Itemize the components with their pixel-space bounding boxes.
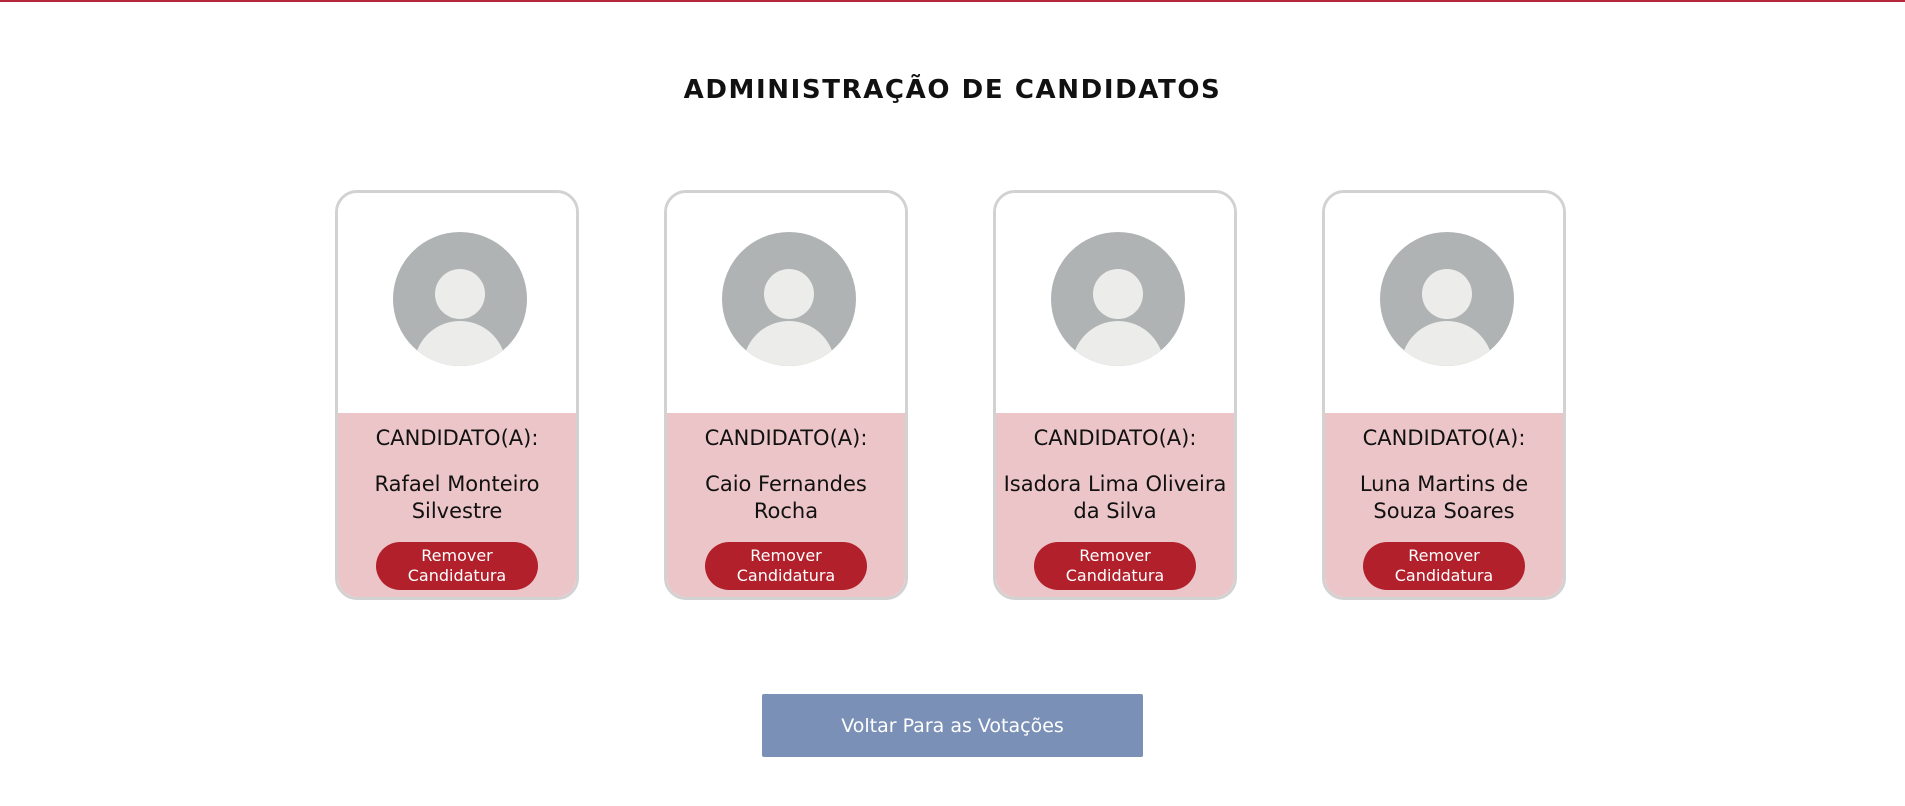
remove-button-label-line1: Remover: [1079, 546, 1151, 565]
candidate-name: Isadora Lima Oliveira da Silva: [1003, 472, 1227, 523]
remove-button-label-line2: Candidatura: [1394, 566, 1494, 585]
candidate-role-label: CANDIDATO(A):: [1362, 426, 1526, 450]
candidate-photo-area: [338, 193, 576, 413]
back-to-votes-button[interactable]: Voltar Para as Votações: [762, 694, 1143, 757]
candidate-info: CANDIDATO(A): Rafael Monteiro Silvestre …: [338, 413, 576, 597]
candidate-info: CANDIDATO(A): Isadora Lima Oliveira da S…: [996, 413, 1234, 597]
candidate-card: CANDIDATO(A): Isadora Lima Oliveira da S…: [993, 190, 1237, 600]
user-avatar-icon: [393, 232, 527, 366]
candidate-name: Luna Martins de Souza Soares: [1359, 472, 1529, 523]
candidate-photo-area: [1325, 193, 1563, 413]
candidate-name: Caio Fernandes Rocha: [705, 472, 867, 523]
page-title: ADMINISTRAÇÃO DE CANDIDATOS: [683, 75, 1222, 106]
user-avatar-icon: [1051, 232, 1185, 366]
candidate-role-label: CANDIDATO(A):: [1033, 426, 1197, 450]
remove-candidacy-button[interactable]: Remover Candidatura: [1034, 542, 1196, 590]
remove-button-label-line2: Candidatura: [736, 566, 836, 585]
user-avatar-icon: [722, 232, 856, 366]
remove-button-label-line1: Remover: [421, 546, 493, 565]
remove-button-label-line1: Remover: [750, 546, 822, 565]
candidate-info: CANDIDATO(A): Caio Fernandes Rocha Remov…: [667, 413, 905, 597]
user-avatar-icon: [1380, 232, 1514, 366]
remove-candidacy-button[interactable]: Remover Candidatura: [705, 542, 867, 590]
remove-button-label-line2: Candidatura: [407, 566, 507, 585]
candidate-role-label: CANDIDATO(A):: [375, 426, 539, 450]
candidate-card: CANDIDATO(A): Luna Martins de Souza Soar…: [1322, 190, 1566, 600]
candidate-photo-area: [667, 193, 905, 413]
candidate-role-label: CANDIDATO(A):: [704, 426, 868, 450]
candidate-card: CANDIDATO(A): Caio Fernandes Rocha Remov…: [664, 190, 908, 600]
remove-button-label-line2: Candidatura: [1065, 566, 1165, 585]
candidate-photo-area: [996, 193, 1234, 413]
top-accent-line: [0, 0, 1905, 2]
candidate-name: Rafael Monteiro Silvestre: [374, 472, 540, 523]
remove-candidacy-button[interactable]: Remover Candidatura: [376, 542, 538, 590]
candidate-info: CANDIDATO(A): Luna Martins de Souza Soar…: [1325, 413, 1563, 597]
remove-button-label-line1: Remover: [1408, 546, 1480, 565]
remove-candidacy-button[interactable]: Remover Candidatura: [1363, 542, 1525, 590]
candidate-card: CANDIDATO(A): Rafael Monteiro Silvestre …: [335, 190, 579, 600]
